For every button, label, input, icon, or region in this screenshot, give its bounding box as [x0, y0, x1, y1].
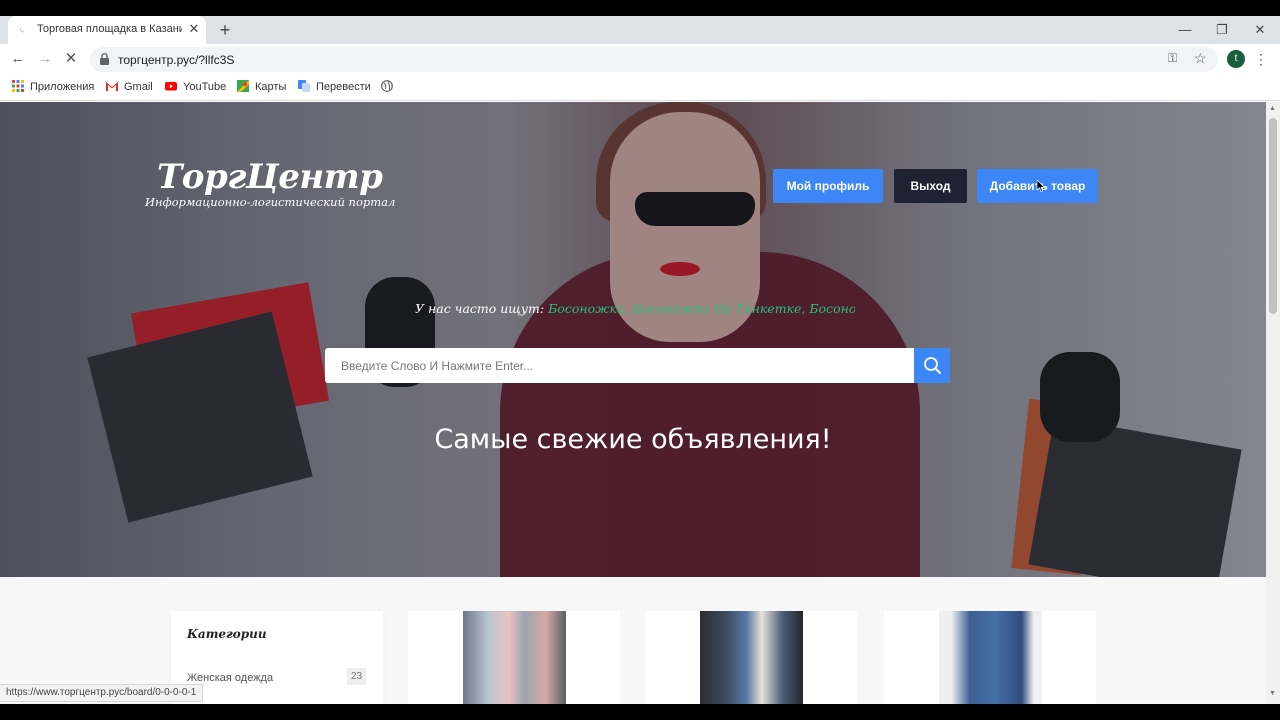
bookmark-label: Gmail [124, 81, 153, 93]
tab-close-button[interactable]: ✕ [186, 21, 202, 37]
logo-subtitle: Информационно-логистический портал [145, 195, 396, 209]
globe-icon [381, 80, 393, 92]
search-icon [924, 357, 941, 374]
bookmark-star-icon[interactable]: ☆ [1194, 50, 1207, 67]
maps-icon [237, 80, 249, 92]
new-tab-button[interactable]: + [214, 19, 236, 41]
minimize-button[interactable]: — [1166, 18, 1204, 42]
hero-banner: ТоргЦентр Информационно-логистический по… [0, 102, 1266, 577]
letterbox-bottom [0, 704, 1280, 720]
category-count-badge: 23 [347, 668, 366, 685]
mouse-cursor-icon [1037, 180, 1045, 192]
bookmark-globe[interactable] [381, 80, 399, 96]
listing-image[interactable] [939, 611, 1042, 704]
logo-title: ТоргЦентр [157, 157, 383, 197]
page-viewport: ТоргЦентр Информационно-логистический по… [0, 102, 1266, 704]
bookmark-youtube[interactable]: YouTube [165, 80, 226, 96]
status-bar: https://www.торгцентр.рус/board/0-0-0-0-… [0, 684, 204, 702]
bookmark-translate[interactable]: Перевести [298, 80, 371, 96]
profile-avatar[interactable]: t [1227, 50, 1245, 68]
listing-image[interactable] [463, 611, 566, 704]
bookmark-apps[interactable]: Приложения [12, 80, 94, 96]
apps-grid-icon [12, 80, 24, 92]
bookmark-label: Приложения [30, 81, 95, 93]
maximize-button[interactable]: ❐ [1203, 18, 1241, 42]
page-scrollbar[interactable]: ▲ ▼ [1266, 102, 1280, 704]
stop-loading-button[interactable]: ✕ [61, 49, 81, 69]
key-icon[interactable]: ⚿ [1168, 51, 1177, 66]
search-input[interactable] [325, 348, 913, 383]
youtube-icon [165, 82, 177, 91]
address-bar[interactable]: торгцентр.рус/?llfc3S ⚿ ☆ [90, 47, 1218, 72]
translate-icon [298, 80, 310, 92]
category-item[interactable]: Женская одежда [187, 672, 273, 684]
popular-searches-tags[interactable]: Босоножки, Босоножки На Танкетке, Босоно… [544, 301, 855, 316]
scrollbar-thumb[interactable] [1269, 118, 1277, 314]
lock-icon [100, 53, 109, 65]
bookmark-label: YouTube [183, 81, 227, 93]
close-window-button[interactable]: ✕ [1241, 18, 1279, 42]
tab-strip: ◟ Торговая площадка в Казани | Т ✕ + — ❐… [0, 16, 1280, 44]
loading-icon: ◟ [20, 23, 24, 34]
bookmark-label: Карты [255, 81, 287, 93]
url-text[interactable]: торгцентр.рус/?llfc3S [118, 53, 234, 67]
forward-button[interactable]: → [35, 49, 55, 69]
listing-image[interactable] [700, 611, 803, 704]
listing-card[interactable] [645, 611, 857, 704]
categories-title: Категории [187, 627, 267, 641]
search-bar [325, 348, 950, 383]
my-profile-button[interactable]: Мой профиль [773, 169, 883, 203]
site-logo[interactable]: ТоргЦентр Информационно-логистический по… [145, 157, 396, 209]
bookmark-label: Перевести [316, 81, 371, 93]
browser-menu-button[interactable]: ⋮ [1254, 49, 1268, 69]
page-headline: Самые свежие объявления! [434, 424, 832, 455]
tab-title: Торговая площадка в Казани | Т [37, 23, 182, 35]
popular-searches: У нас часто ищут: Босоножки, Босоножки Н… [415, 301, 855, 316]
screen: ◟ Торговая площадка в Казани | Т ✕ + — ❐… [0, 0, 1280, 720]
listing-card[interactable] [408, 611, 620, 704]
bookmark-gmail[interactable]: Gmail [106, 80, 153, 96]
letterbox-top [0, 0, 1280, 16]
gmail-icon [106, 82, 118, 91]
popular-searches-label: У нас часто ищут: [415, 301, 545, 316]
scroll-down-arrow-icon[interactable]: ▼ [1269, 690, 1276, 697]
logout-button[interactable]: Выход [894, 169, 967, 203]
browser-tab[interactable]: ◟ Торговая площадка в Казани | Т ✕ [8, 16, 206, 44]
search-button[interactable] [914, 348, 950, 383]
scroll-up-arrow-icon[interactable]: ▲ [1269, 105, 1276, 112]
browser-toolbar: ← → ✕ торгцентр.рус/?llfc3S ⚿ ☆ t ⋮ [0, 44, 1280, 74]
listing-card[interactable] [884, 611, 1096, 704]
back-button[interactable]: ← [8, 49, 28, 69]
bookmarks-bar: Приложения Gmail YouTube Карты Перевести [0, 74, 1280, 101]
bookmark-maps[interactable]: Карты [237, 80, 286, 96]
